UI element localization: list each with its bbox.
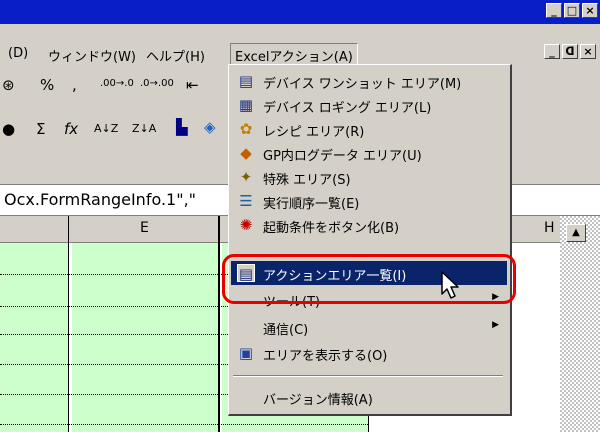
increase-decimal-icon[interactable]: .00→.0 xyxy=(100,78,134,89)
menu-item-label: 特殊 エリア(S) xyxy=(263,173,351,188)
minimize-button[interactable]: _ xyxy=(546,3,562,18)
menu-item-device-oneshot[interactable]: ▤ デバイス ワンショット エリア(M) xyxy=(231,69,507,93)
comma-icon[interactable]: , xyxy=(72,76,77,94)
startup-button-icon: ✺ xyxy=(239,216,253,234)
menu-item-startup-button[interactable]: ✺ 起動条件をボタン化(B) xyxy=(231,213,507,237)
menu-item-label: GP内ログデータ エリア(U) xyxy=(263,149,422,164)
row-divider xyxy=(0,424,368,425)
column-divider xyxy=(68,216,69,432)
autosum-icon[interactable]: Σ xyxy=(36,120,45,138)
window-controls: _ □ × xyxy=(546,3,598,18)
vertical-scrollbar[interactable] xyxy=(560,216,600,432)
column-divider xyxy=(218,216,220,432)
menu-item-version-info[interactable]: バージョン情報(A) xyxy=(231,385,507,409)
device-oneshot-icon: ▤ xyxy=(238,72,254,90)
menu-item-show-area[interactable]: ▣ エリアを表示する(O) xyxy=(231,341,507,365)
column-header-h[interactable]: H xyxy=(544,220,555,236)
special-area-icon: ✦ xyxy=(239,168,253,186)
menu-item-label: 通信(C) xyxy=(263,323,309,338)
menu-help[interactable]: ヘルプ(H) xyxy=(146,46,205,65)
mdi-restore-button[interactable]: ᗡ xyxy=(562,44,578,59)
indent-icon[interactable]: ⇤ xyxy=(186,76,199,94)
menu-window[interactable]: ウィンドウ(W) xyxy=(48,46,136,65)
column-header-e[interactable]: E xyxy=(140,220,149,236)
menu-item-special-area[interactable]: ✦ 特殊 エリア(S) xyxy=(231,165,507,189)
menu-item-label: デバイス ワンショット エリア(M) xyxy=(263,77,462,92)
menu-item-label: 実行順序一覧(E) xyxy=(263,197,360,212)
scroll-up-button[interactable]: ▲ xyxy=(566,224,586,242)
function-icon[interactable]: fx xyxy=(64,120,78,138)
device-logging-icon: ▦ xyxy=(238,96,254,114)
show-area-icon: ▣ xyxy=(238,344,254,362)
menu-item-communication[interactable]: 通信(C) ▶ xyxy=(231,315,507,339)
menu-item-execution-order[interactable]: ☰ 実行順序一覧(E) xyxy=(231,189,507,213)
menu-separator xyxy=(233,375,503,377)
gp-logdata-icon: ◆ xyxy=(240,144,252,162)
mdi-close-button[interactable]: × xyxy=(580,44,596,59)
highlight-callout xyxy=(222,254,516,304)
title-bar: _ □ × xyxy=(0,0,600,24)
chart-wizard-icon[interactable]: ▙ xyxy=(176,118,188,136)
cell-range-green[interactable] xyxy=(0,242,68,432)
excel-action-dropdown: ▤ デバイス ワンショット エリア(M) ▦ デバイス ロギング エリア(L) … xyxy=(228,64,512,416)
menu-item-label: デバイス ロギング エリア(L) xyxy=(263,101,432,116)
sort-descending-icon[interactable]: Z↓A xyxy=(132,122,156,135)
menu-data[interactable]: (D) xyxy=(8,46,28,61)
menu-item-label: バージョン情報(A) xyxy=(263,393,373,408)
mdi-controls: _ ᗡ × xyxy=(544,44,596,59)
menu-item-label: 起動条件をボタン化(B) xyxy=(263,221,400,236)
menu-item-label: レシピ エリア(R) xyxy=(263,125,365,140)
currency-icon[interactable]: ⊛ xyxy=(2,76,15,94)
maximize-button[interactable]: □ xyxy=(564,3,580,18)
hyperlink-icon[interactable]: ● xyxy=(2,120,15,138)
formula-text: Ocx.FormRangeInfo.1"," xyxy=(4,190,197,209)
recipe-icon: ✿ xyxy=(239,120,253,138)
execution-order-icon: ☰ xyxy=(239,192,253,210)
submenu-arrow-icon: ▶ xyxy=(492,320,499,330)
sort-ascending-icon[interactable]: A↓Z xyxy=(94,122,118,135)
mouse-cursor-icon xyxy=(441,271,459,299)
cell-range-green[interactable] xyxy=(72,242,220,432)
close-button[interactable]: × xyxy=(582,3,598,18)
percent-icon[interactable]: % xyxy=(40,76,54,94)
decrease-decimal-icon[interactable]: .0→.00 xyxy=(140,78,174,89)
map-icon[interactable]: ◈ xyxy=(204,118,216,136)
mdi-minimize-button[interactable]: _ xyxy=(544,44,560,59)
menu-item-gp-logdata[interactable]: ◆ GP内ログデータ エリア(U) xyxy=(231,141,507,165)
menu-item-recipe[interactable]: ✿ レシピ エリア(R) xyxy=(231,117,507,141)
menu-bar: (D) ウィンドウ(W) ヘルプ(H) Excelアクション(A) xyxy=(0,24,600,68)
menu-item-device-logging[interactable]: ▦ デバイス ロギング エリア(L) xyxy=(231,93,507,117)
menu-item-label: エリアを表示する(O) xyxy=(263,349,388,364)
